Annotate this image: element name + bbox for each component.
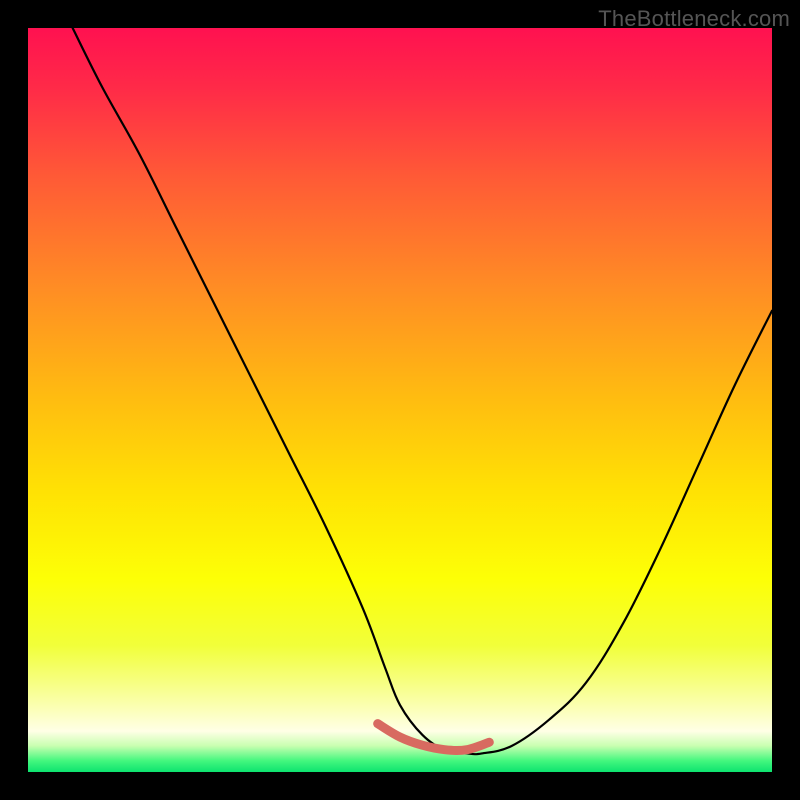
chart-plot-area bbox=[28, 28, 772, 772]
watermark-text: TheBottleneck.com bbox=[598, 6, 790, 32]
chart-svg bbox=[28, 28, 772, 772]
gradient-background bbox=[28, 28, 772, 772]
